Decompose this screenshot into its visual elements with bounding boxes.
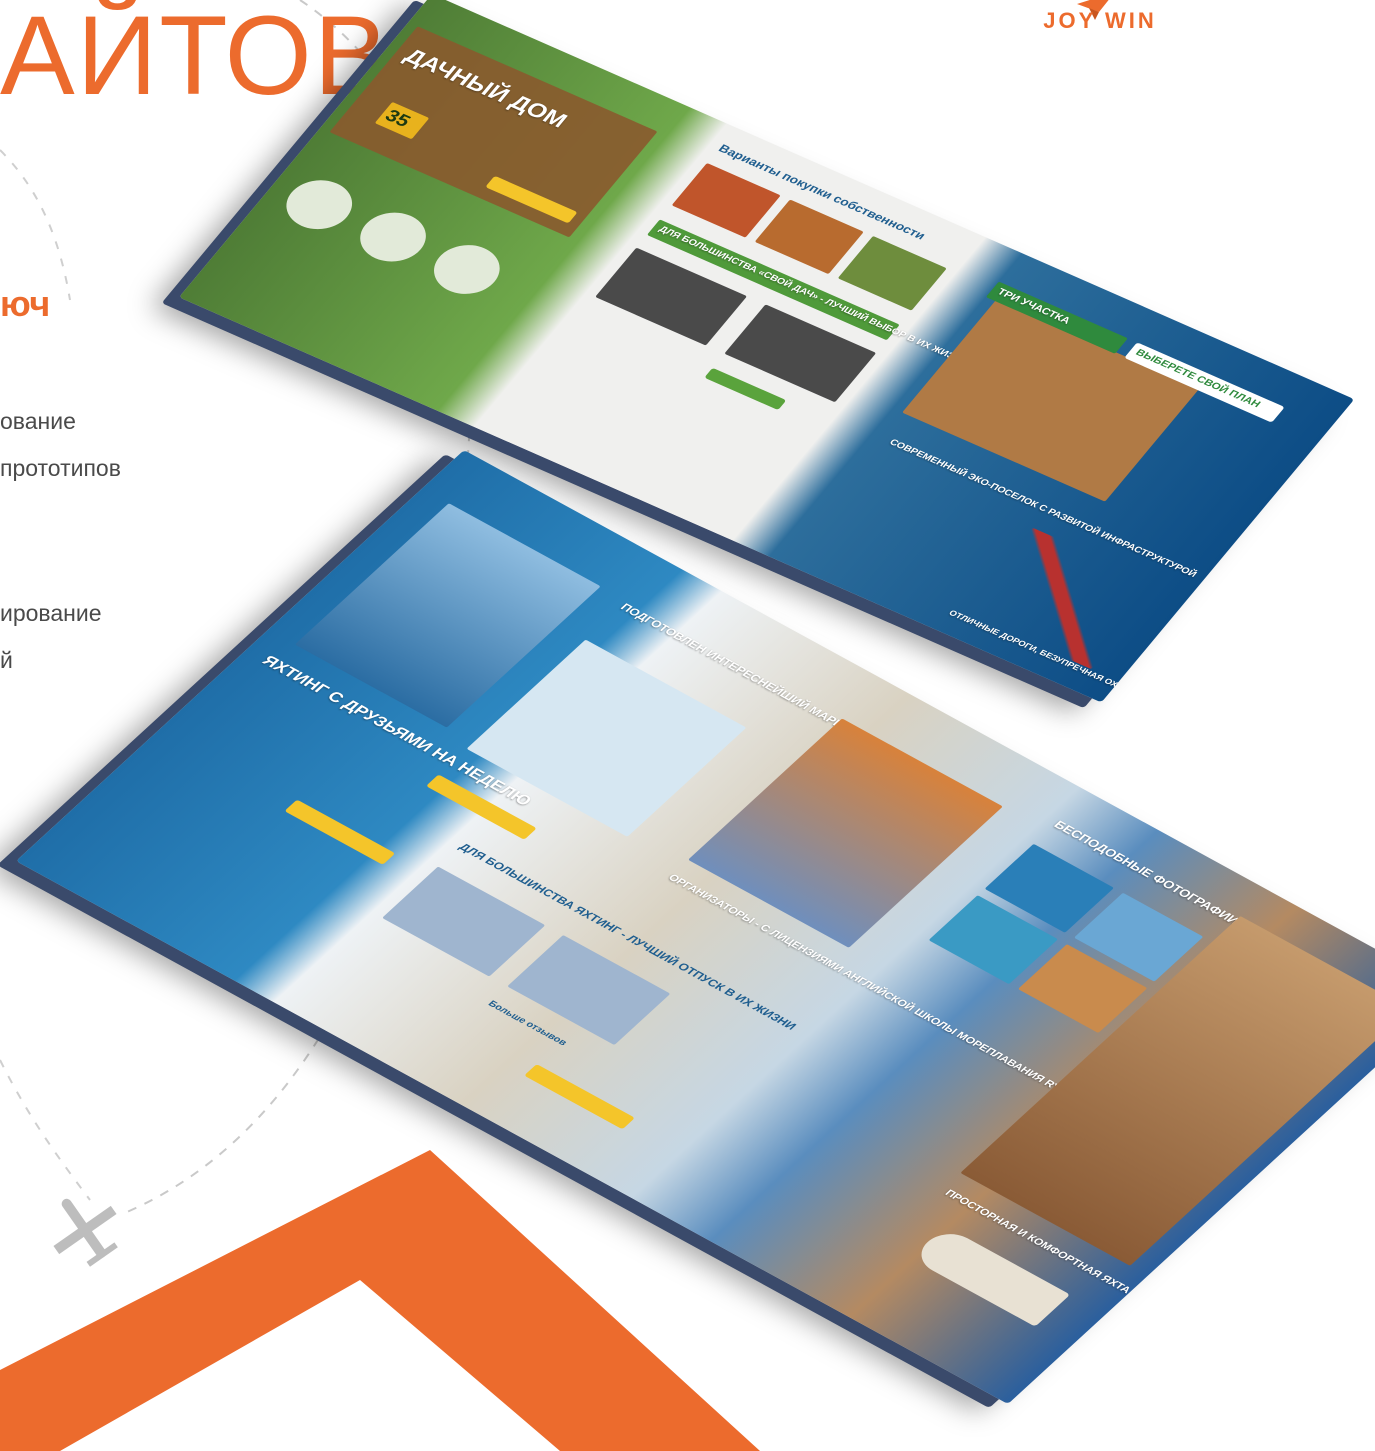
feature-circle [347,203,439,271]
feature-item: ование [0,408,76,434]
feature-item: прототипов [0,455,121,481]
joywin-logo[interactable]: JOY WIN [1015,0,1185,40]
variant-card[interactable] [837,235,947,311]
section-subtitle: юч [0,283,51,324]
feature-circle [421,236,513,303]
page-title: АЙТОВ [0,0,391,118]
orange-decorative-shape [0,1150,760,1451]
feature-item: й [0,647,13,673]
feature-item: ирование [0,600,102,626]
organizers-cta-button[interactable] [524,1064,635,1130]
hero-cta-button[interactable] [284,799,396,865]
feature-circle [273,171,365,238]
logo-text: JOY WIN [1043,8,1157,33]
